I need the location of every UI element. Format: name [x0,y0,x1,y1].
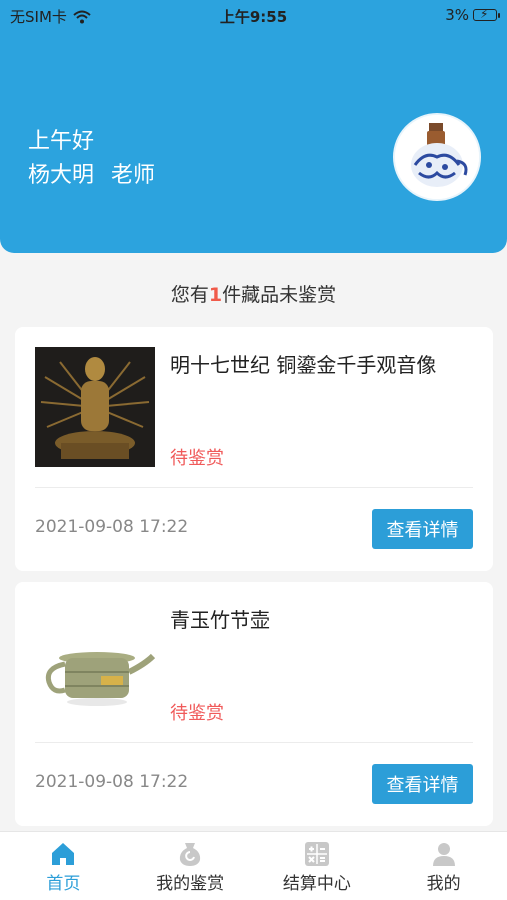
guanyin-statue-image [35,347,155,467]
user-icon [432,843,455,866]
avatar[interactable] [393,113,481,201]
artifact-date: 2021-09-08 17:22 [35,772,189,792]
artifact-thumbnail [35,602,155,722]
pending-suffix: 件藏品未鉴赏 [222,284,337,306]
battery-icon: ⚡ [473,7,500,21]
artifact-title: 明十七世纪 铜鎏金千手观音像 [170,353,437,377]
appraisal-status: 待鉴赏 [170,703,224,724]
tab-label: 首页 [46,874,81,894]
jade-teapot-image [35,602,155,722]
view-details-button[interactable]: 查看详情 [372,764,473,804]
calculator-icon [304,842,329,866]
tab-label: 结算中心 [282,874,351,894]
user-line: 杨大明 老师 [28,159,155,193]
greeting-block: 上午好 杨大明 老师 [28,125,155,193]
avatar-artifact-image [395,115,479,199]
tab-home[interactable]: 首页 [0,832,127,900]
view-details-button[interactable]: 查看详情 [372,509,473,549]
divider [35,742,473,743]
artifact-date: 2021-09-08 17:22 [35,517,189,537]
home-icon [52,843,75,865]
artifact-card[interactable]: 青玉竹节壶 待鉴赏 2021-09-08 17:22 查看详情 [15,582,493,826]
status-time: 上午9:55 [219,8,288,26]
pending-prefix: 您有 [170,284,209,306]
appraisal-status: 待鉴赏 [170,448,224,469]
tab-label: 我的鉴赏 [156,874,225,894]
user-role: 老师 [111,163,156,188]
appraisal-icon [180,843,201,866]
artifact-thumbnail [35,347,155,467]
status-bar: 无SIM卡 上午9:55 3% ⚡ [0,0,507,30]
user-name: 杨大明 [28,163,95,188]
battery-percent: 3% [445,6,469,24]
tab-settlement-center[interactable]: 结算中心 [254,832,381,900]
artifact-title: 青玉竹节壶 [170,608,270,632]
bottom-tab-bar: 首页 我的鉴赏 结算中心 我的 [0,831,507,900]
tab-profile[interactable]: 我的 [380,832,507,900]
artifact-card[interactable]: 明十七世纪 铜鎏金千手观音像 待鉴赏 2021-09-08 17:22 查看详情 [15,327,493,571]
pending-notice: 您有1件藏品未鉴赏 [0,280,507,307]
pending-count: 1 [208,284,223,306]
tab-label: 我的 [426,874,461,894]
divider [35,487,473,488]
greeting-text: 上午好 [28,129,95,154]
tab-my-appraisals[interactable]: 我的鉴赏 [127,832,254,900]
header-banner: 上午好 杨大明 老师 [0,0,507,253]
